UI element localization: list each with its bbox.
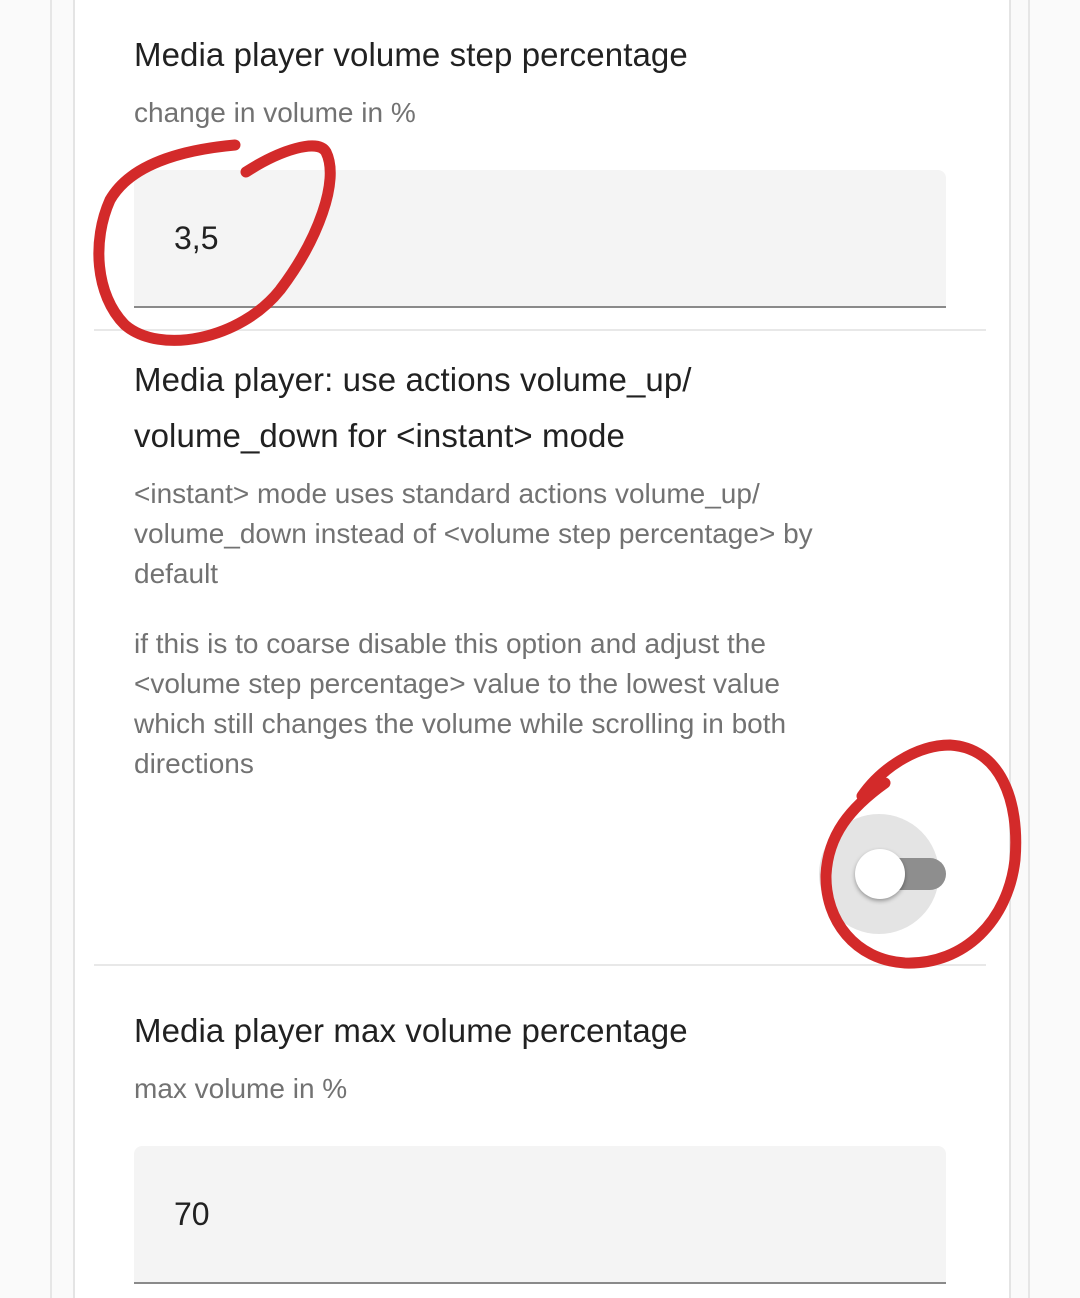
instant-mode-hint-line: which still changes the volume while scr…: [134, 708, 787, 739]
settings-page: Media player volume step percentage chan…: [0, 0, 1080, 1298]
max-volume-title: Media player max volume percentage: [134, 1012, 688, 1049]
volume-step-title: Media player volume step percentage: [134, 36, 688, 73]
instant-mode-title-line2: volume_down for <instant> mode: [134, 417, 625, 454]
outer-border-right: [1028, 0, 1030, 1298]
max-volume-description: max volume in %: [134, 1073, 348, 1104]
volume-step-description: change in volume in %: [134, 97, 416, 128]
section-divider: [94, 329, 986, 331]
instant-mode-toggle-thumb[interactable]: [855, 849, 905, 899]
instant-mode-title-line1: Media player: use actions volume_up/: [134, 361, 692, 398]
outer-border-left: [50, 0, 52, 1298]
volume-step-value[interactable]: 3,5: [174, 220, 218, 257]
instant-mode-description-line: <instant> mode uses standard actions vol…: [134, 478, 760, 509]
max-volume-value[interactable]: 70: [174, 1196, 210, 1233]
instant-mode-hint-line: <volume step percentage> value to the lo…: [134, 668, 780, 699]
instant-mode-description-line: default: [134, 558, 219, 589]
volume-step-input[interactable]: 3,5: [134, 170, 946, 308]
max-volume-input[interactable]: 70: [134, 1146, 946, 1284]
section-divider: [94, 964, 986, 966]
instant-mode-hint-line: if this is to coarse disable this option…: [134, 628, 766, 659]
instant-mode-hint-line: directions: [134, 748, 254, 779]
instant-mode-description-line: volume_down instead of <volume step perc…: [134, 518, 813, 549]
